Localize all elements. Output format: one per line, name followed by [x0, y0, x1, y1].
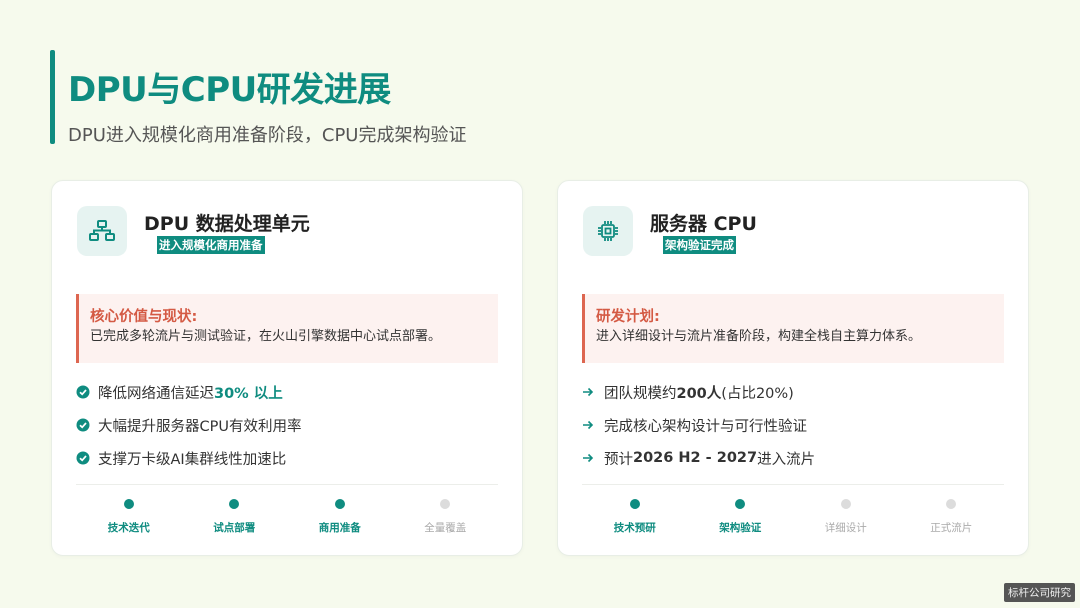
step-dot-done	[229, 499, 240, 509]
step-label: 技术预研	[613, 522, 656, 534]
point-bold: 2026 H2 - 2027	[633, 450, 758, 466]
divider	[76, 484, 498, 485]
list-item: 团队规模约 200人 (占比20%)	[582, 381, 815, 403]
point-text: 团队规模约	[604, 385, 677, 402]
point-text: 支撑万卡级AI集群线性加速比	[98, 451, 287, 468]
key-points-list: 降低网络通信延迟 30% 以上 大幅提升服务器CPU有效利用率 支撑万卡级AI集群…	[76, 381, 301, 480]
card-title: DPU 数据处理单元	[144, 213, 310, 235]
cpu-card: 服务器 CPU 架构验证完成 研发计划: 进入详细设计与流片准备阶段，构建全栈自…	[557, 180, 1029, 556]
timeline-step: 试点部署	[182, 499, 288, 539]
callout-box: 研发计划: 进入详细设计与流片准备阶段，构建全栈自主算力体系。	[582, 294, 1004, 363]
progress-timeline: 技术预研 架构验证 详细设计 正式流片	[582, 499, 1004, 539]
step-dot-done	[123, 499, 134, 509]
arrow-right-icon	[582, 419, 604, 431]
callout-text: 已完成多轮流片与测试验证，在火山引擎数据中心试点部署。	[90, 329, 442, 344]
title-accent-bar	[50, 50, 55, 144]
timeline-step: 技术迭代	[76, 499, 182, 539]
step-dot-done	[629, 499, 640, 509]
page-title: DPU与CPU研发进展	[68, 70, 391, 110]
page-subtitle: DPU进入规模化商用准备阶段，CPU完成架构验证	[68, 125, 467, 146]
timeline-step: 全量覆盖	[393, 499, 499, 539]
list-item: 降低网络通信延迟 30% 以上	[76, 381, 301, 403]
list-item: 预计 2026 H2 - 2027 进入流片	[582, 447, 815, 469]
arrow-right-icon	[582, 386, 604, 398]
step-label: 技术迭代	[107, 522, 150, 534]
timeline-step: 正式流片	[899, 499, 1005, 539]
timeline-step: 详细设计	[793, 499, 899, 539]
list-item: 支撑万卡级AI集群线性加速比	[76, 447, 301, 469]
check-circle-icon	[76, 451, 98, 465]
step-label: 详细设计	[824, 522, 867, 534]
timeline-step: 商用准备	[287, 499, 393, 539]
card-title: 服务器 CPU	[650, 213, 757, 235]
step-dot-pending	[440, 499, 451, 509]
callout-box: 核心价值与现状: 已完成多轮流片与测试验证，在火山引擎数据中心试点部署。	[76, 294, 498, 363]
callout-text: 进入详细设计与流片准备阶段，构建全栈自主算力体系。	[596, 329, 922, 344]
step-dot-pending	[840, 499, 851, 509]
step-dot-done	[735, 499, 746, 509]
list-item: 大幅提升服务器CPU有效利用率	[76, 414, 301, 436]
divider	[582, 484, 1004, 485]
step-label: 架构验证	[719, 522, 762, 534]
point-bold: 200人	[676, 385, 722, 402]
step-label: 商用准备	[318, 522, 361, 534]
step-label: 试点部署	[213, 522, 256, 534]
callout-title: 研发计划:	[596, 309, 660, 325]
key-points-list: 团队规模约 200人 (占比20%) 完成核心架构设计与可行性验证 预计 2026 …	[582, 381, 815, 480]
step-label: 全量覆盖	[424, 522, 467, 534]
check-circle-icon	[76, 418, 98, 432]
list-item: 完成核心架构设计与可行性验证	[582, 414, 815, 436]
point-text-post: 进入流片	[757, 451, 816, 468]
watermark-label: 标杆公司研究	[1004, 583, 1075, 602]
step-dot-done	[334, 499, 345, 509]
point-text: 降低网络通信延迟	[98, 385, 214, 402]
status-badge: 进入规模化商用准备	[157, 236, 265, 254]
point-text: 大幅提升服务器CPU有效利用率	[98, 418, 302, 435]
point-text: 预计	[604, 451, 633, 468]
point-highlight: 30% 以上	[214, 385, 283, 402]
progress-timeline: 技术迭代 试点部署 商用准备 全量覆盖	[76, 499, 498, 539]
chip-icon	[583, 206, 633, 256]
callout-title: 核心价值与现状:	[90, 309, 198, 325]
point-text-post: (占比20%)	[721, 385, 794, 402]
check-circle-icon	[76, 385, 98, 399]
timeline-step: 技术预研	[582, 499, 688, 539]
network-icon	[77, 206, 127, 256]
arrow-right-icon	[582, 452, 604, 464]
status-badge: 架构验证完成	[663, 236, 736, 254]
step-dot-pending	[946, 499, 957, 509]
step-label: 正式流片	[930, 522, 973, 534]
dpu-card: DPU 数据处理单元 进入规模化商用准备 核心价值与现状: 已完成多轮流片与测试…	[51, 180, 523, 556]
timeline-step: 架构验证	[688, 499, 794, 539]
point-text: 完成核心架构设计与可行性验证	[604, 418, 807, 435]
